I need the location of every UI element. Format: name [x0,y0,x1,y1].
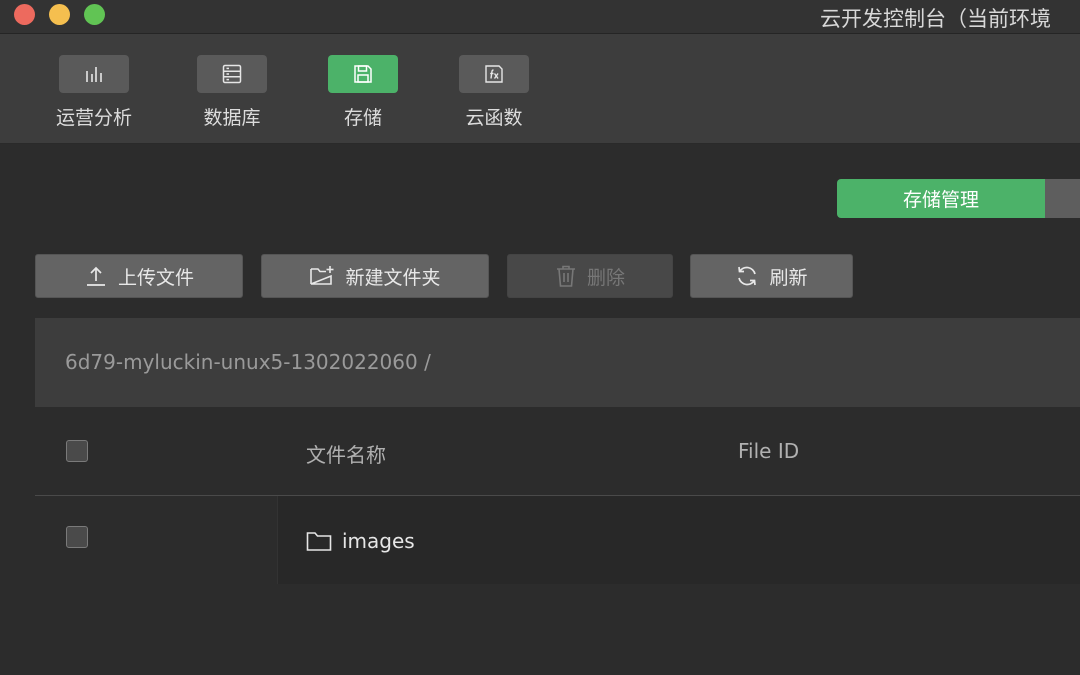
analytics-button[interactable] [59,55,129,93]
new-folder-icon [310,266,334,285]
tab-next[interactable] [1045,179,1080,218]
new-folder-button[interactable]: 新建文件夹 [261,254,489,298]
delete-button[interactable]: 删除 [507,254,673,298]
functions-button[interactable] [459,55,529,93]
folder-icon [306,532,332,551]
column-header-file-id: File ID [738,439,800,463]
storage-button[interactable] [328,55,398,93]
function-icon [485,65,503,83]
refresh-icon [738,266,757,286]
trash-icon [556,265,575,287]
toolbar-item-storage[interactable]: 存储 [313,55,413,130]
main-toolbar: 运营分析 数据库 存储 云函数 [0,34,1080,144]
bar-chart-icon [86,67,102,82]
toolbar-item-functions[interactable]: 云函数 [444,55,544,130]
breadcrumb-path[interactable]: 6d79-myluckin-unux5-1302022060 / [65,350,431,374]
minimize-window-button[interactable] [49,4,70,25]
toolbar-label-database: 数据库 [203,107,261,129]
storage-icon [354,65,372,83]
app-window: 云开发控制台（当前环境 运营分析 数据库 存储 云函数 存储管理 上传文件 新建… [0,0,1080,675]
breadcrumb: 6d79-myluckin-unux5-1302022060 / [35,318,1080,407]
upload-icon [86,266,105,286]
toolbar-item-database[interactable]: 数据库 [182,55,282,130]
upload-file-label: 上传文件 [117,266,194,289]
title-bar: 云开发控制台（当前环境 [0,0,1080,34]
window-title: 云开发控制台（当前环境 [820,7,1051,31]
delete-label: 删除 [586,266,625,289]
tab-storage-management[interactable]: 存储管理 [837,179,1045,218]
new-folder-label: 新建文件夹 [345,266,441,289]
refresh-button[interactable]: 刷新 [690,254,853,298]
refresh-label: 刷新 [769,266,808,289]
column-header-name: 文件名称 [306,443,386,467]
table-row-name-cell[interactable]: images [306,529,415,553]
toolbar-item-analytics[interactable]: 运营分析 [44,55,144,130]
toolbar-label-analytics: 运营分析 [55,107,132,129]
database-icon [222,64,242,84]
upload-file-button[interactable]: 上传文件 [35,254,243,298]
folder-name: images [342,529,415,553]
database-button[interactable] [197,55,267,93]
select-all-checkbox[interactable] [66,440,88,462]
zoom-window-button[interactable] [84,4,105,25]
close-window-button[interactable] [14,4,35,25]
toolbar-label-functions: 云函数 [465,107,523,129]
row-column-divider [277,496,278,584]
toolbar-label-storage: 存储 [343,107,382,129]
row-checkbox[interactable] [66,526,88,548]
